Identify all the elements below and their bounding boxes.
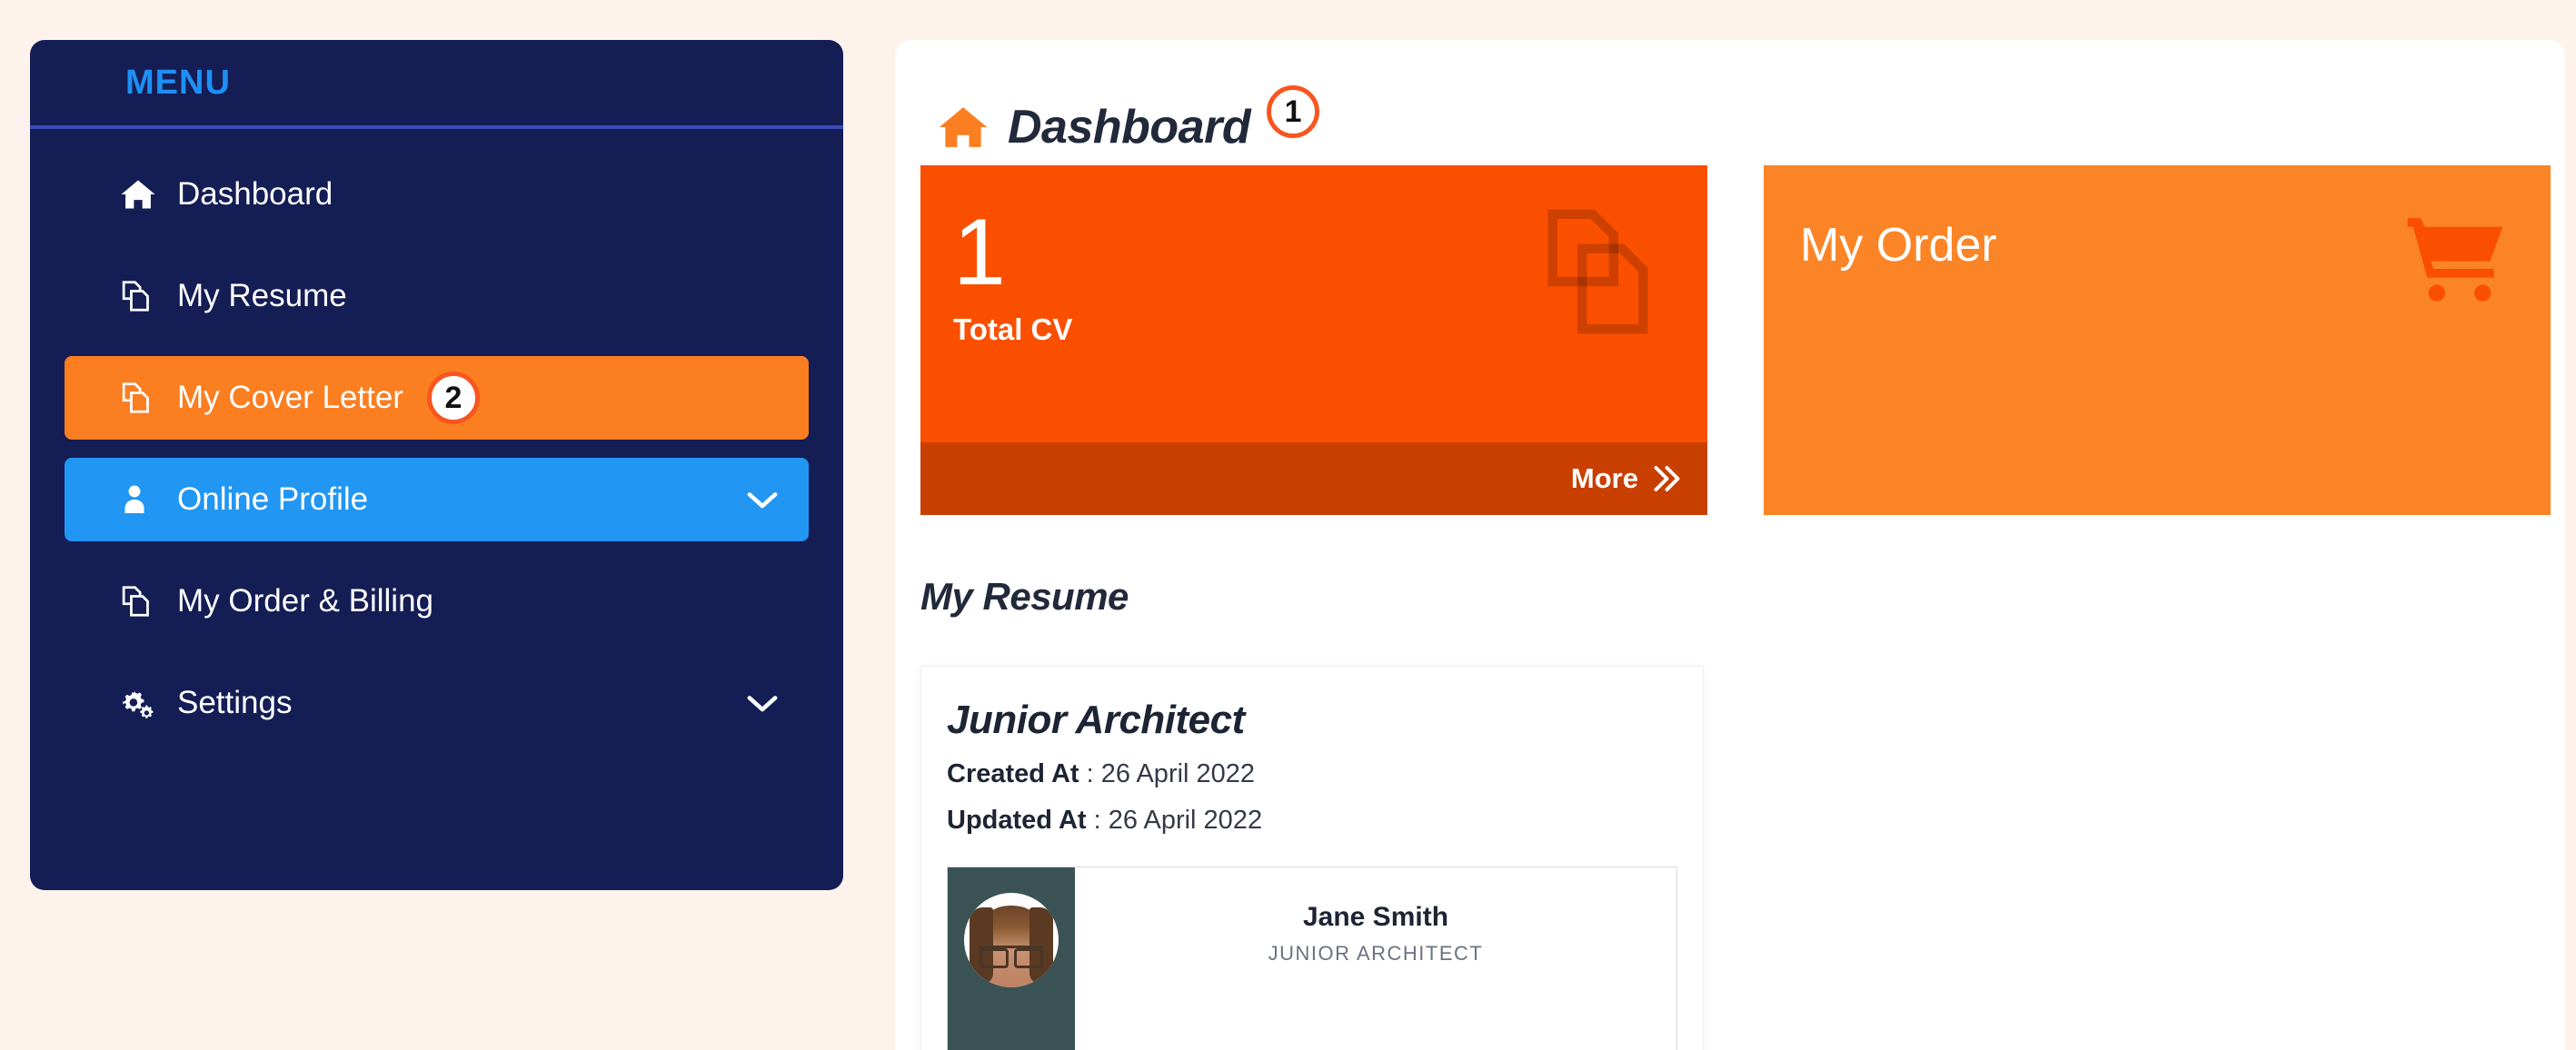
main-content-panel: Dashboard 1 1 Total CV More My Order My … bbox=[895, 40, 2565, 1050]
resume-preview-name: Jane Smith bbox=[1302, 902, 1449, 932]
page-title: Dashboard bbox=[1008, 101, 1251, 154]
double-chevron-right-icon bbox=[1649, 463, 1682, 494]
sidebar-item-dashboard[interactable]: Dashboard bbox=[65, 153, 809, 236]
total-cv-more-link[interactable]: More bbox=[920, 442, 1707, 515]
sidebar-item-my-resume[interactable]: My Resume bbox=[65, 254, 809, 338]
resume-updated-at-label: Updated At bbox=[947, 806, 1087, 835]
home-icon bbox=[121, 179, 163, 210]
sidebar-header: MENU bbox=[30, 40, 843, 129]
my-order-card[interactable]: My Order bbox=[1764, 165, 2551, 515]
sidebar-item-label: Settings bbox=[177, 685, 293, 720]
resume-card-title: Junior Architect bbox=[947, 698, 1245, 742]
resume-preview-thumbnail[interactable]: Jane Smith JUNIOR ARCHITECT bbox=[947, 867, 1677, 1050]
resume-preview-sidebar bbox=[948, 867, 1075, 1050]
copy-files-icon bbox=[1540, 205, 1660, 342]
page-title-row: Dashboard 1 bbox=[895, 40, 2565, 158]
my-order-title: My Order bbox=[1800, 219, 1997, 272]
chevron-down-icon[interactable] bbox=[747, 693, 778, 713]
resume-updated-at: Updated At : 26 April 2022 bbox=[947, 806, 1677, 836]
sidebar-item-label: Dashboard bbox=[177, 176, 333, 212]
resume-card[interactable]: Junior Architect Created At : 26 April 2… bbox=[920, 666, 1704, 1050]
total-cv-card[interactable]: 1 Total CV More bbox=[920, 165, 1707, 515]
cogs-icon bbox=[121, 688, 163, 718]
sidebar-item-settings[interactable]: Settings bbox=[65, 661, 809, 745]
shopping-cart-icon bbox=[2405, 213, 2505, 310]
resume-updated-at-value: : 26 April 2022 bbox=[1093, 806, 1263, 835]
resume-created-at: Created At : 26 April 2022 bbox=[947, 759, 1677, 789]
sidebar-item-online-profile[interactable]: Online Profile bbox=[65, 458, 809, 541]
sidebar-nav: Dashboard My Resume My Cover Letter 2 On… bbox=[30, 129, 843, 745]
total-cv-card-body: 1 Total CV bbox=[920, 165, 1707, 442]
copy-icon bbox=[121, 585, 163, 618]
annotation-badge-1: 1 bbox=[1267, 85, 1320, 138]
avatar-glasses bbox=[980, 946, 1043, 968]
menu-heading: MENU bbox=[125, 63, 231, 102]
my-resume-section-heading: My Resume bbox=[920, 575, 1129, 618]
resume-created-at-value: : 26 April 2022 bbox=[1086, 759, 1256, 788]
sidebar: MENU Dashboard My Resume My Cover Letter… bbox=[30, 40, 843, 890]
stat-cards-row: 1 Total CV More My Order bbox=[895, 165, 2565, 515]
annotation-badge-2: 2 bbox=[426, 371, 480, 424]
avatar bbox=[964, 893, 1059, 987]
sidebar-item-label: My Order & Billing bbox=[177, 583, 434, 619]
sidebar-item-my-cover-letter[interactable]: My Cover Letter 2 bbox=[65, 356, 809, 440]
resume-preview-body: Jane Smith JUNIOR ARCHITECT bbox=[1075, 867, 1676, 1050]
sidebar-item-my-order-billing[interactable]: My Order & Billing bbox=[65, 560, 809, 643]
resume-preview-role: JUNIOR ARCHITECT bbox=[1268, 942, 1484, 965]
home-icon bbox=[939, 105, 988, 149]
sidebar-item-label: My Resume bbox=[177, 278, 347, 313]
app-root: MENU Dashboard My Resume My Cover Letter… bbox=[0, 0, 2576, 1050]
more-label: More bbox=[1570, 462, 1638, 494]
copy-icon bbox=[121, 280, 163, 312]
user-icon bbox=[121, 484, 163, 515]
resume-created-at-label: Created At bbox=[947, 759, 1079, 788]
copy-icon bbox=[121, 381, 163, 414]
sidebar-item-label: Online Profile bbox=[177, 481, 369, 517]
chevron-down-icon[interactable] bbox=[747, 490, 778, 510]
sidebar-item-label: My Cover Letter bbox=[177, 380, 403, 415]
